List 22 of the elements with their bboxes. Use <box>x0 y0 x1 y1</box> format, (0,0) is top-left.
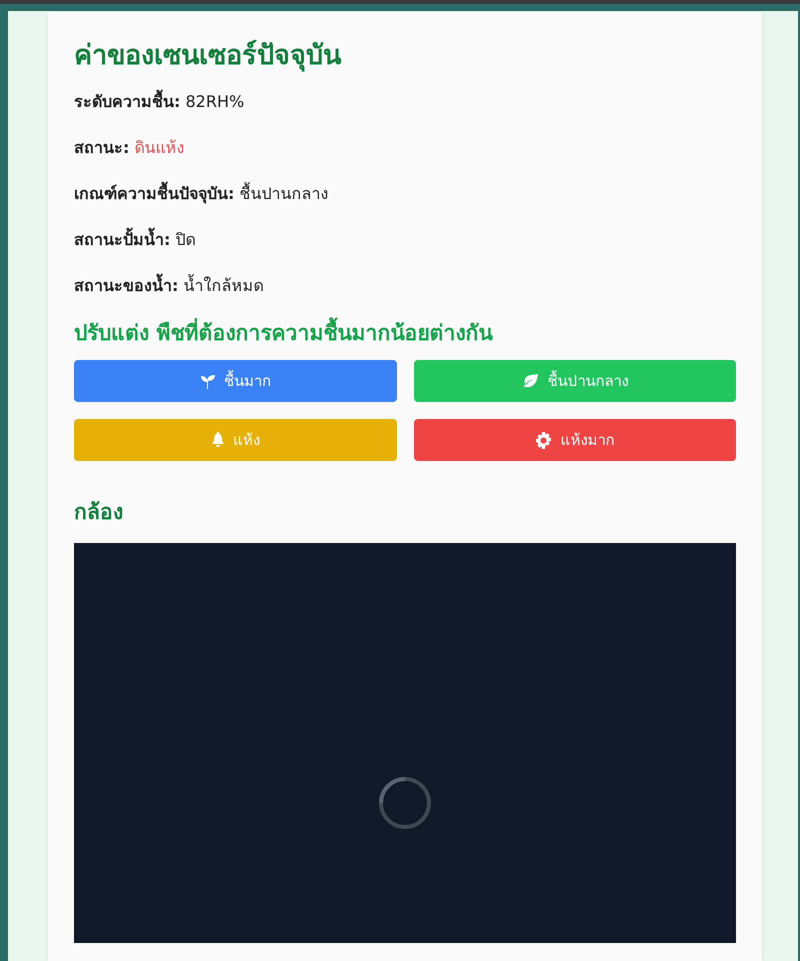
seedling-icon <box>200 373 216 389</box>
reading-label: สถานะปั้มน้ำ: <box>74 230 170 249</box>
reading-label: สถานะ: <box>74 138 130 157</box>
section-title: ปรับแต่ง พืชที่ต้องการความชื้นมากน้อยต่างกัน <box>74 318 736 348</box>
preset-button[interactable]: ชื้นปานกลาง <box>414 360 736 402</box>
loading-spinner-icon <box>378 776 432 830</box>
bell-icon <box>210 432 225 448</box>
gear-icon <box>535 432 552 448</box>
preset-button[interactable]: แห้งมาก <box>414 419 736 461</box>
reading-label: เกณฑ์ความชื้นปัจจุบัน: <box>74 184 234 203</box>
reading-label: ระดับความชื้น: <box>74 92 180 111</box>
leaf-icon <box>521 373 540 389</box>
reading-label: สถานะของน้ำ: <box>74 276 178 295</box>
reading-value: ดินแห้ง <box>134 138 184 157</box>
preset-button[interactable]: ชื้นมาก <box>74 360 396 402</box>
reading-value: 82RH% <box>186 92 244 111</box>
section-title: กล้อง <box>74 499 124 526</box>
section-title: ค่าของเซนเซอร์ปัจจุบัน <box>74 38 342 74</box>
reading-value: ชื้นปานกลาง <box>240 184 328 203</box>
reading-value: ปิด <box>176 230 196 249</box>
reading-value: น้ำใกล้หมด <box>184 276 264 295</box>
preset-button[interactable]: แห้ง <box>74 419 396 461</box>
